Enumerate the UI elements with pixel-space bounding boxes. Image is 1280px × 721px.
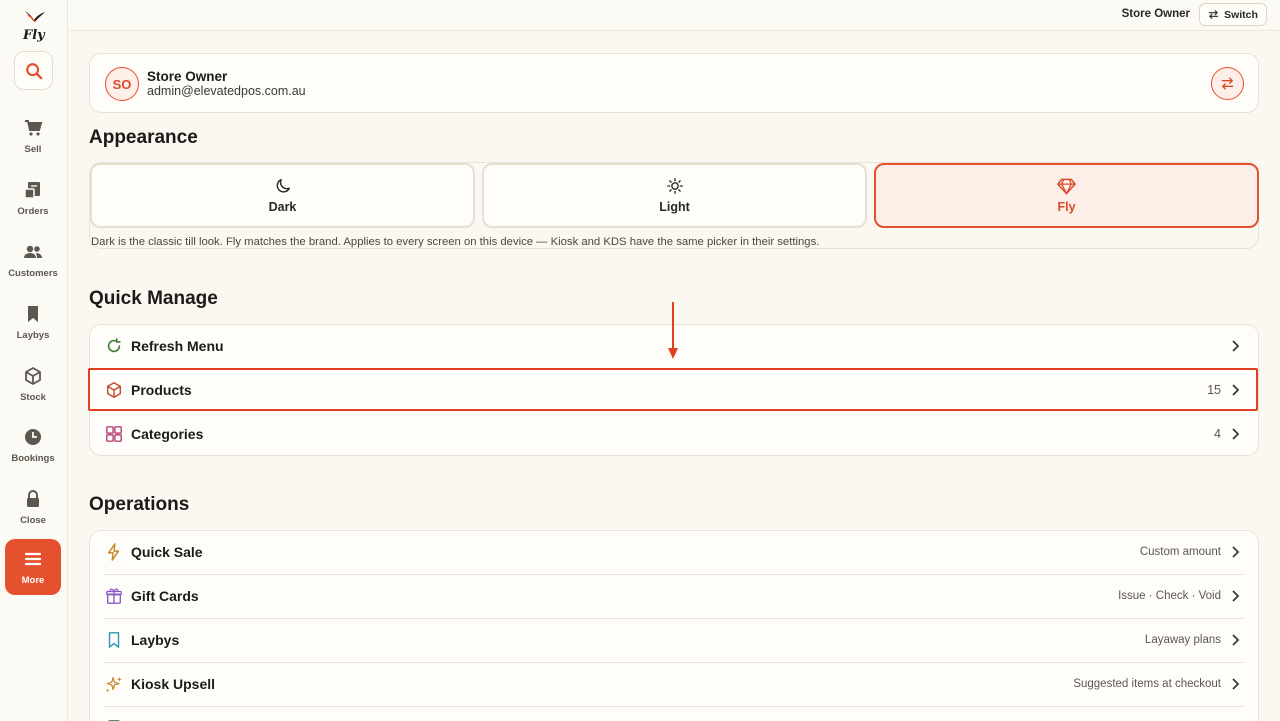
topbar: Store Owner Switch [68, 0, 1280, 31]
cart-icon [25, 120, 43, 136]
sidebar-item-close[interactable]: Close [4, 483, 62, 539]
sidebar-item-label: Orders [17, 206, 49, 217]
row-products[interactable]: Products 15 [90, 369, 1258, 412]
profile-email: admin@elevatedpos.com.au [147, 84, 306, 98]
search-button[interactable] [14, 51, 53, 90]
sidebar-item-label: Stock [20, 392, 46, 403]
menu-icon [24, 552, 42, 566]
sidebar-item-more[interactable]: More [5, 539, 61, 595]
bookmark-icon [108, 632, 120, 648]
chevron-right-icon [1232, 678, 1240, 690]
sidebar-item-stock[interactable]: Stock [4, 360, 62, 416]
search-icon [25, 62, 42, 79]
chevron-right-icon [1232, 384, 1240, 396]
row-quick-sale[interactable]: Quick Sale Custom amount [90, 531, 1258, 574]
row-label: Gift Cards [131, 588, 199, 604]
appearance-title: Appearance [89, 127, 198, 148]
row-label: Products [131, 382, 192, 398]
appearance-hint: Dark is the classic till look. Fly match… [91, 236, 820, 248]
bolt-icon [107, 543, 120, 561]
chevron-right-icon [1232, 428, 1240, 440]
current-user-label: Store Owner [1121, 8, 1190, 20]
chevron-right-icon [1232, 546, 1240, 558]
row-label: Kiosk Upsell [131, 676, 216, 692]
switch-label: Switch [1224, 8, 1258, 21]
sidebar-item-label: Sell [24, 144, 42, 155]
row-value: Layaway plans [1144, 634, 1221, 646]
theme-fly-button[interactable]: Fly [874, 163, 1259, 228]
svg-text:Fly: Fly [22, 28, 46, 42]
grid-icon [106, 426, 122, 442]
sidebar-item-bookings[interactable]: Bookings [4, 421, 62, 477]
sidebar-item-sell[interactable]: Sell [4, 112, 62, 168]
switch-user-button[interactable]: Switch [1199, 3, 1267, 26]
lock-icon [27, 490, 39, 507]
sidebar: Fly Sell Orders Customers Laybys Stock B… [0, 0, 68, 721]
box-icon [106, 382, 122, 398]
row-partial[interactable] [90, 707, 1258, 721]
profile-switch-button[interactable] [1211, 67, 1244, 100]
row-laybys[interactable]: Laybys Layaway plans [90, 619, 1258, 662]
row-kiosk-upsell[interactable]: Kiosk Upsell Suggested items at checkout [90, 663, 1258, 706]
row-value: Issue · Check · Void [1118, 590, 1221, 602]
operations-title: Operations [89, 494, 190, 515]
users-icon [24, 245, 42, 258]
fly-logo: Fly [19, 8, 49, 43]
row-value: Custom amount [1139, 546, 1221, 558]
row-label: Quick Sale [131, 544, 203, 560]
profile-card: SO Store Owner admin@elevatedpos.com.au [89, 53, 1259, 113]
swap-icon [1221, 77, 1234, 90]
sun-icon [666, 178, 683, 194]
clock-icon [25, 429, 41, 445]
chevron-right-icon [1232, 634, 1240, 646]
profile-name: Store Owner [147, 69, 228, 84]
sidebar-item-label: Bookings [11, 453, 55, 464]
appearance-card: Dark Light Fly Dark is the classic till … [89, 162, 1259, 249]
sidebar-item-label: Customers [8, 268, 58, 279]
chevron-right-icon [1232, 590, 1240, 602]
theme-light-button[interactable]: Light [482, 163, 867, 228]
annotation-arrow [668, 302, 678, 359]
row-value: Suggested items at checkout [1073, 678, 1221, 690]
box-icon [25, 367, 41, 385]
swap-icon [1208, 9, 1219, 20]
theme-dark-button[interactable]: Dark [90, 163, 475, 228]
gift-icon [106, 588, 122, 604]
moon-icon [276, 178, 290, 193]
row-label: Refresh Menu [131, 338, 224, 354]
sidebar-item-label: Laybys [16, 330, 50, 341]
sidebar-item-label: More [21, 575, 45, 586]
sidebar-item-label: Close [20, 515, 46, 526]
row-count: 4 [1214, 427, 1221, 441]
diamond-icon [1057, 178, 1076, 195]
sidebar-item-laybys[interactable]: Laybys [4, 298, 62, 354]
quick-manage-title: Quick Manage [89, 288, 218, 309]
theme-label: Dark [268, 200, 297, 214]
bookmark-icon [28, 306, 38, 322]
theme-label: Light [659, 200, 690, 214]
row-label: Categories [131, 426, 204, 442]
avatar: SO [105, 67, 139, 101]
row-label: Laybys [131, 632, 180, 648]
operations-card: Quick Sale Custom amount Gift Cards Issu… [89, 530, 1259, 721]
row-count: 15 [1207, 383, 1221, 397]
sidebar-item-customers[interactable]: Customers [4, 236, 62, 292]
chevron-right-icon [1232, 340, 1240, 352]
sidebar-item-orders[interactable]: Orders [4, 174, 62, 230]
row-gift-cards[interactable]: Gift Cards Issue · Check · Void [90, 575, 1258, 618]
row-categories[interactable]: Categories 4 [90, 413, 1258, 456]
theme-label: Fly [1057, 200, 1076, 214]
sparkles-icon [105, 676, 122, 693]
refresh-icon [107, 337, 121, 353]
receipt-icon [24, 182, 40, 199]
